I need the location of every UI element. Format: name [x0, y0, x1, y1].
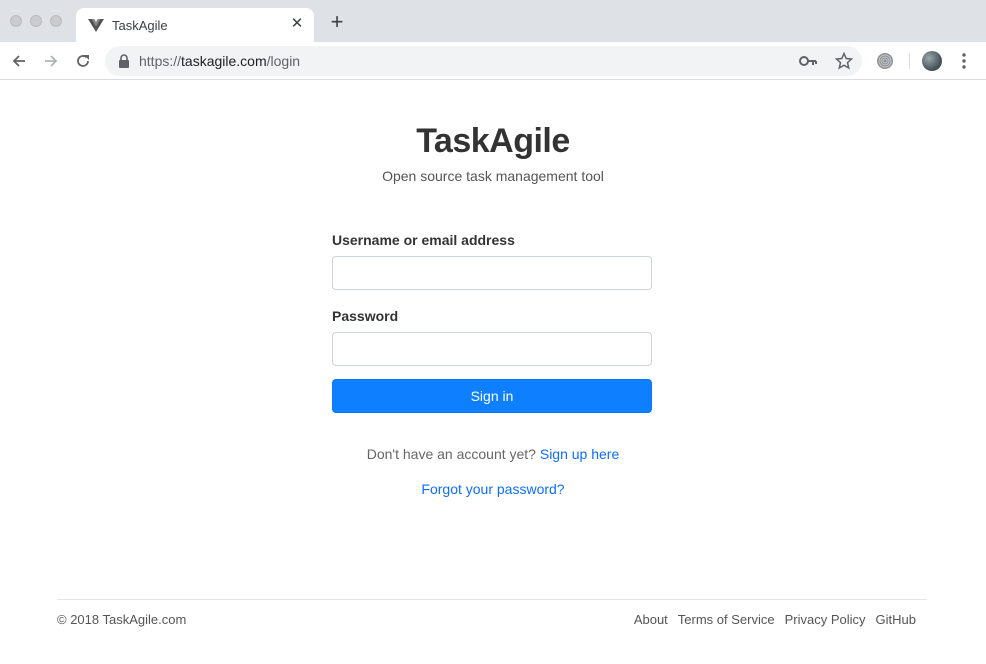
window-close-button[interactable] — [10, 15, 22, 27]
footer-link-terms[interactable]: Terms of Service — [678, 612, 775, 627]
password-label: Password — [332, 308, 399, 324]
profile-avatar[interactable] — [922, 51, 942, 71]
signup-prompt-line: Don't have an account yet? Sign up here — [0, 446, 986, 462]
signup-prompt-text: Don't have an account yet? — [366, 446, 536, 462]
new-tab-button[interactable]: + — [326, 11, 348, 34]
footer-links: About Terms of Service Privacy Policy Gi… — [634, 612, 916, 627]
tab-title: TaskAgile — [112, 18, 168, 33]
extension-icon[interactable] — [876, 52, 894, 70]
back-button[interactable] — [7, 49, 31, 73]
site-tagline: Open source task management tool — [382, 168, 604, 184]
url-scheme: https:// — [139, 53, 182, 69]
key-icon[interactable] — [799, 54, 817, 68]
window-maximize-button[interactable] — [50, 15, 62, 27]
lock-icon — [119, 54, 129, 68]
url-host: taskagile.com — [181, 53, 267, 69]
browser-tab[interactable]: TaskAgile ✕ — [76, 8, 314, 42]
footer-link-about[interactable]: About — [634, 612, 668, 627]
forward-button[interactable] — [39, 49, 63, 73]
kebab-menu-icon[interactable] — [956, 51, 972, 71]
forgot-password-link[interactable]: Forgot your password? — [421, 481, 564, 497]
window-minimize-button[interactable] — [30, 15, 42, 27]
password-input[interactable] — [332, 332, 652, 366]
site-logo: TaskAgile — [416, 122, 570, 160]
forgot-password-line: Forgot your password? — [0, 481, 986, 497]
tab-close-icon[interactable]: ✕ — [288, 15, 306, 33]
reload-icon — [77, 55, 89, 67]
url-path: /login — [266, 53, 301, 69]
sign-in-button[interactable]: Sign in — [332, 379, 652, 413]
sign-up-link[interactable]: Sign up here — [540, 446, 619, 462]
star-icon[interactable] — [835, 52, 853, 70]
username-input[interactable] — [332, 256, 652, 290]
arrow-right-icon — [45, 55, 58, 67]
footer-link-github[interactable]: GitHub — [876, 612, 916, 627]
browser-tabstrip: TaskAgile ✕ + — [0, 0, 986, 42]
url-text[interactable]: https://taskagile.com/login — [139, 53, 300, 69]
arrow-left-icon — [12, 55, 25, 67]
address-bar[interactable]: https://taskagile.com/login — [105, 46, 862, 76]
footer-divider — [57, 599, 927, 600]
footer-link-privacy[interactable]: Privacy Policy — [785, 612, 866, 627]
toolbar-divider — [909, 53, 910, 69]
browser-toolbar: https://taskagile.com/login — [0, 42, 986, 80]
footer-copyright: © 2018 TaskAgile.com — [57, 612, 187, 627]
vue-logo-icon — [88, 19, 104, 32]
username-label: Username or email address — [332, 232, 515, 248]
reload-button[interactable] — [71, 49, 95, 73]
